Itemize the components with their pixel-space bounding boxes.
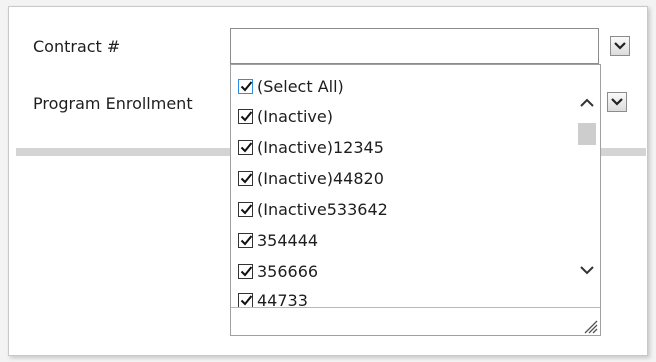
checkmark-icon [240,141,253,152]
checkmark-icon [240,172,253,183]
checkmark-icon [240,294,253,305]
option-item[interactable]: 356666 [238,258,318,284]
option-label: 356666 [257,261,319,281]
option-label: 44733 [257,290,308,308]
chevron-down-icon [580,265,594,274]
option-select-all[interactable]: (Select All) [238,73,344,99]
checkmark-icon [240,110,253,121]
option-item[interactable]: (Inactive) [238,103,333,129]
option-label: (Inactive)12345 [257,137,384,157]
scroll-down-button[interactable] [578,261,596,279]
checkmark-icon [240,80,253,91]
scroll-up-button[interactable] [578,93,596,111]
program-enrollment-dropdown-button[interactable] [607,92,627,112]
option-label: 354444 [257,230,319,250]
checkbox[interactable] [238,108,253,124]
option-item[interactable]: (Inactive)12345 [238,134,384,160]
checkbox[interactable] [238,170,253,186]
chevron-up-icon [580,98,594,107]
checkbox[interactable] [238,263,253,279]
contract-options-list[interactable]: (Select All) (Inactive) (Inactive)12345 … [230,64,601,336]
option-label: (Inactive) [257,106,333,126]
option-label: (Inactive)44820 [257,168,384,188]
options-viewport: (Select All) (Inactive) (Inactive)12345 … [231,65,574,307]
option-item[interactable]: 354444 [238,227,318,253]
checkbox[interactable] [238,201,253,217]
program-enrollment-label: Program Enrollment [33,94,193,113]
checkbox[interactable] [238,78,253,94]
checkmark-icon [240,203,253,214]
scroll-thumb[interactable] [578,123,596,145]
option-label: (Inactive533642 [257,199,388,219]
option-item[interactable]: (Inactive)44820 [238,165,384,191]
option-item[interactable]: 44733 [238,287,308,307]
option-item[interactable]: (Inactive533642 [238,196,388,222]
contract-label: Contract # [33,37,121,56]
checkbox[interactable] [238,292,253,307]
options-scrollbar[interactable] [574,65,600,307]
resize-grip-icon[interactable] [582,318,598,334]
chevron-down-icon [614,42,626,50]
checkbox[interactable] [238,232,253,248]
contract-input[interactable] [230,28,599,64]
chevron-down-icon [611,98,623,106]
list-footer [231,307,600,335]
checkbox[interactable] [238,139,253,155]
option-label: (Select All) [257,76,344,96]
checkmark-icon [240,234,253,245]
contract-dropdown-button[interactable] [610,36,630,56]
checkmark-icon [240,265,253,276]
